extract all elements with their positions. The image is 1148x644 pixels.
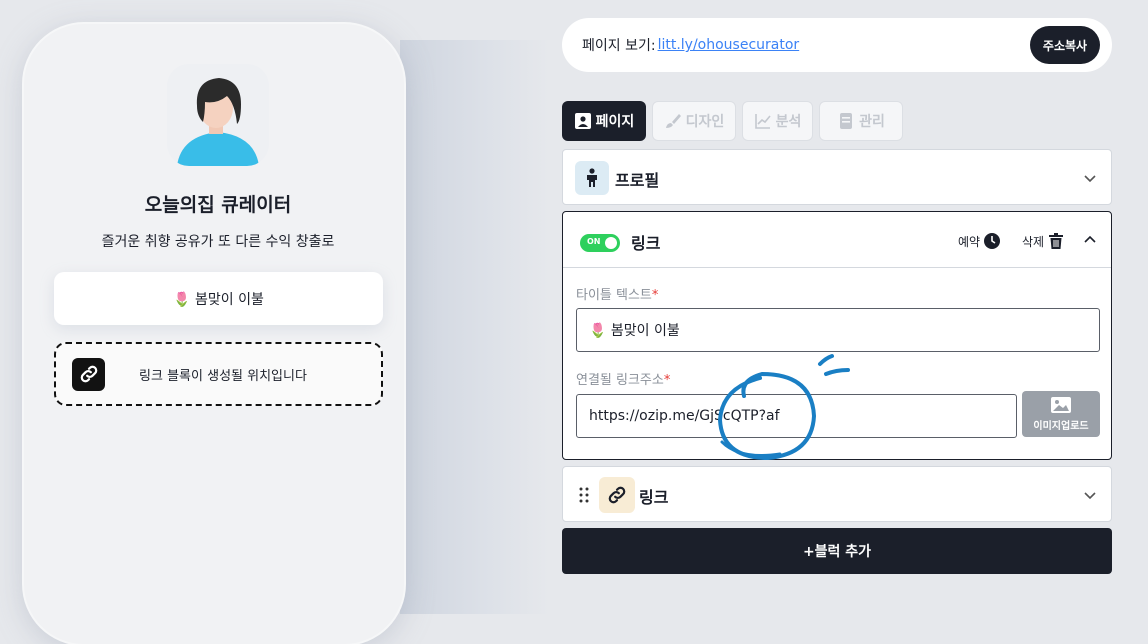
- image-upload-button[interactable]: 이미지업로드: [1022, 391, 1100, 437]
- title-field-label: 타이틀 텍스트*: [576, 288, 659, 303]
- tab-manage[interactable]: 관리: [819, 101, 903, 141]
- link-section-collapsed[interactable]: 링크: [562, 466, 1112, 522]
- tab-bar: 페이지 디자인 분석 관리: [562, 101, 903, 141]
- schedule-button[interactable]: 예약: [958, 232, 1001, 250]
- preview-link-label: 🌷 봄맞이 이불: [173, 291, 264, 308]
- trash-icon: [1049, 233, 1064, 249]
- tab-page[interactable]: 페이지: [562, 101, 646, 141]
- profile-avatar: [167, 64, 269, 166]
- link-block-placeholder: 링크 블록이 생성될 위치입니다: [54, 342, 383, 406]
- page-url-link[interactable]: litt.ly/ohousecurator: [658, 37, 800, 53]
- tab-page-label: 페이지: [595, 114, 635, 130]
- profile-bio: 즐거운 취향 공유가 또 다른 수익 창출로: [101, 234, 335, 250]
- tab-design-label: 디자인: [685, 114, 725, 130]
- preview-shadow: [400, 40, 550, 614]
- brush-icon: [665, 114, 681, 128]
- link-icon: [72, 357, 105, 391]
- tab-design[interactable]: 디자인: [652, 101, 736, 141]
- schedule-label: 예약: [958, 234, 981, 249]
- link-collapsed-title: 링크: [639, 488, 669, 507]
- drag-handle-icon[interactable]: [579, 486, 589, 504]
- delete-button[interactable]: 삭제: [1022, 232, 1065, 250]
- toggle-on-text: ON: [587, 237, 601, 246]
- person-icon: [575, 161, 609, 195]
- toggle-knob: [605, 237, 617, 249]
- link-section-title: 링크: [631, 234, 661, 253]
- title-text-input[interactable]: 🌷 봄맞이 이불: [576, 308, 1100, 352]
- placeholder-text: 링크 블록이 생성될 위치입니다: [139, 368, 307, 384]
- page-url-bar: 페이지 보기: litt.ly/ohousecurator 주소복사: [562, 18, 1112, 72]
- person-card-icon: [574, 113, 591, 129]
- image-upload-label: 이미지업로드: [1033, 421, 1089, 432]
- copy-url-button[interactable]: 주소복사: [1030, 26, 1100, 64]
- tab-manage-label: 관리: [859, 114, 885, 130]
- tab-analytics-label: 분석: [775, 114, 802, 130]
- profile-section-title: 프로필: [615, 171, 660, 190]
- image-icon: [1051, 397, 1071, 413]
- chevron-down-icon[interactable]: [1083, 171, 1097, 185]
- url-field-label: 연결될 링크주소*: [576, 373, 671, 388]
- add-block-button[interactable]: +블럭 추가: [562, 528, 1112, 574]
- document-icon: [840, 113, 853, 129]
- profile-name: 오늘의집 큐레이터: [144, 194, 292, 216]
- link-icon: [599, 477, 635, 513]
- preview-link-button[interactable]: 🌷 봄맞이 이불: [54, 272, 383, 325]
- chevron-down-icon[interactable]: [1083, 488, 1097, 502]
- chevron-up-icon[interactable]: [1083, 233, 1097, 247]
- tab-analytics[interactable]: 분석: [742, 101, 813, 141]
- chart-line-icon: [754, 114, 771, 129]
- profile-section[interactable]: 프로필: [562, 149, 1112, 205]
- delete-label: 삭제: [1022, 234, 1045, 249]
- clock-icon: [984, 233, 1001, 249]
- section-divider: [563, 267, 1111, 268]
- visibility-toggle[interactable]: ON: [580, 234, 620, 252]
- page-url-label: 페이지 보기:: [582, 38, 656, 54]
- annotation-circle: [717, 354, 850, 461]
